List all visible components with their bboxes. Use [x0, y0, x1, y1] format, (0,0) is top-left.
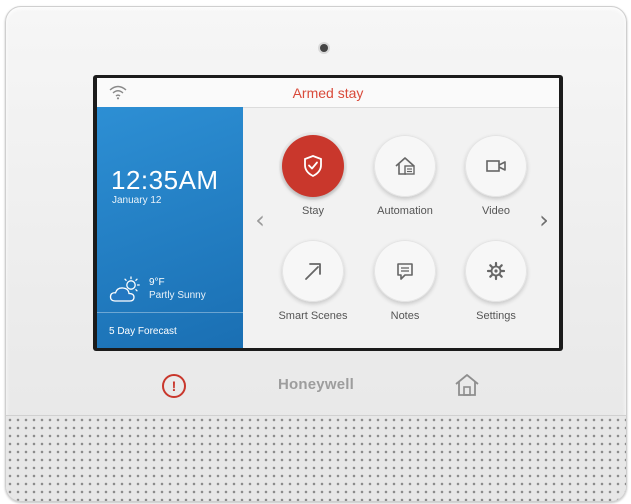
gear-icon: [486, 261, 506, 281]
tile-label-settings: Settings: [476, 310, 516, 322]
tile-stay[interactable]: Stay: [268, 135, 358, 217]
clock-time: 12:35AM: [111, 165, 219, 195]
status-bar: Armed stay: [97, 78, 559, 108]
settings-button[interactable]: [465, 240, 527, 302]
tile-label-automation: Automation: [377, 205, 433, 217]
clock-date: January 12: [112, 195, 162, 206]
tile-settings[interactable]: Settings: [451, 240, 541, 322]
home-automation-icon: [395, 157, 415, 175]
tile-smart-scenes[interactable]: Smart Scenes: [268, 240, 358, 322]
notes-button[interactable]: [374, 240, 436, 302]
clock-weather-panel[interactable]: 12:35AM January 12 9°F Partly Sunny 5 Da…: [97, 107, 243, 348]
automation-button[interactable]: [374, 135, 436, 197]
smart-scenes-button[interactable]: [282, 240, 344, 302]
tile-notes[interactable]: Notes: [360, 240, 450, 322]
tile-label-stay: Stay: [301, 205, 324, 217]
speaker-grille: [6, 415, 626, 501]
shield-check-icon: [304, 155, 322, 178]
camera-lens: [320, 44, 328, 52]
hardware-button-bar: ! Honeywell: [6, 362, 626, 410]
weather-temperature: 9°F: [149, 277, 165, 288]
stay-button[interactable]: [282, 135, 344, 197]
message-icon: [397, 263, 413, 280]
brand-logo: Honeywell: [278, 376, 354, 393]
tile-video[interactable]: Video: [451, 135, 541, 217]
chevron-left-icon[interactable]: ‹: [253, 207, 267, 233]
touch-screen: Armed stay 12:35AM January 12 9°F Partly…: [97, 78, 559, 348]
forecast-divider: [97, 312, 243, 313]
video-button[interactable]: [465, 135, 527, 197]
arm-status-text: Armed stay: [292, 85, 364, 101]
app-grid: ‹ › Stay Automation Video Smart Scenes N…: [243, 107, 559, 348]
tile-label-video: Video: [482, 205, 510, 217]
tile-label-smart-scenes: Smart Scenes: [278, 310, 348, 322]
arrow-up-right-icon: [305, 263, 321, 280]
tile-automation[interactable]: Automation: [360, 135, 450, 217]
weather-condition: Partly Sunny: [149, 290, 206, 301]
video-camera-icon: [486, 160, 506, 172]
security-panel-device: Armed stay 12:35AM January 12 9°F Partly…: [5, 6, 627, 502]
home-icon[interactable]: [453, 372, 481, 398]
partly-sunny-icon: [109, 276, 140, 302]
five-day-forecast-link[interactable]: 5 Day Forecast: [109, 326, 177, 337]
tile-label-notes: Notes: [390, 310, 420, 322]
